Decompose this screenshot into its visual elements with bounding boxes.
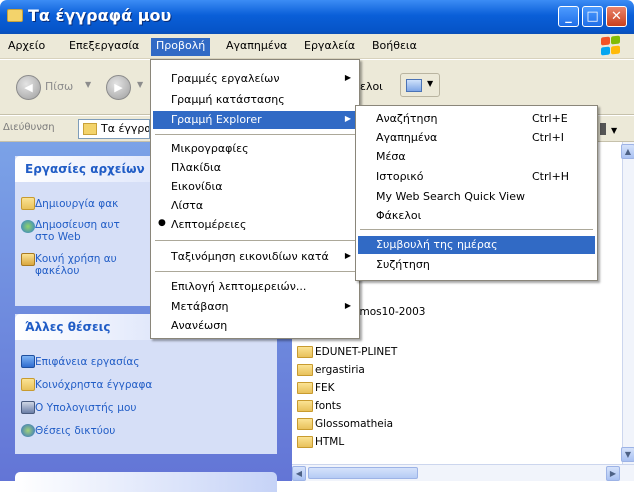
menu-view[interactable]: Προβολή bbox=[151, 38, 211, 56]
scroll-down-icon[interactable]: ▼ bbox=[621, 447, 634, 462]
folder-icon bbox=[297, 346, 313, 358]
folder-icon bbox=[297, 382, 313, 394]
menu-item-go-to[interactable]: Μετάβαση ▶ bbox=[153, 298, 357, 316]
file-item[interactable]: FEK bbox=[297, 382, 335, 398]
menu-item-list[interactable]: Λίστα bbox=[153, 197, 357, 215]
task-share-folder[interactable]: Κοινή χρήση αυ bbox=[35, 253, 117, 265]
my-documents-icon bbox=[83, 123, 97, 135]
scroll-thumb[interactable] bbox=[308, 467, 418, 479]
place-desktop[interactable]: Επιφάνεια εργασίας bbox=[35, 356, 139, 368]
task-new-folder[interactable]: Δημιουργία φακ bbox=[35, 198, 118, 210]
file-item[interactable]: HTML bbox=[297, 436, 344, 452]
menu-item-my-web-search[interactable]: My Web Search Quick View bbox=[358, 188, 595, 206]
menu-favorites[interactable]: Αγαπημένα bbox=[221, 38, 292, 56]
menu-item-arrange-icons[interactable]: Ταξινόμηση εικονιδίων κατά ▶ bbox=[153, 248, 357, 266]
window-title: Τα έγγραφά μου bbox=[28, 6, 172, 25]
shared-documents-icon bbox=[21, 378, 35, 391]
folder-icon bbox=[297, 418, 313, 430]
menu-item-history[interactable]: Ιστορικό Ctrl+H bbox=[358, 168, 595, 186]
menu-item-folders[interactable]: Φάκελοι bbox=[358, 207, 595, 225]
close-button[interactable]: ✕ bbox=[606, 6, 627, 27]
back-arrow-icon[interactable]: ◀ bbox=[16, 75, 41, 100]
place-network[interactable]: Θέσεις δικτύου bbox=[35, 425, 115, 437]
task-share-folder-cont[interactable]: φακέλου bbox=[35, 265, 79, 277]
scroll-up-icon[interactable]: ▲ bbox=[621, 144, 634, 159]
place-shared-documents[interactable]: Κοινόχρηστα έγγραφα bbox=[35, 379, 152, 391]
web-publish-icon bbox=[21, 220, 35, 233]
scroll-right-icon[interactable]: ▶ bbox=[606, 466, 620, 481]
file-item[interactable]: EDUNET-PLINET bbox=[297, 346, 397, 362]
menu-item-choose-details[interactable]: Επιλογή λεπτομερειών... bbox=[153, 278, 357, 296]
back-dropdown-icon[interactable]: ▼ bbox=[85, 80, 91, 89]
share-folder-icon bbox=[21, 253, 35, 266]
folder-icon bbox=[297, 436, 313, 448]
forward-arrow-icon[interactable]: ▶ bbox=[106, 75, 131, 100]
new-folder-icon bbox=[21, 197, 35, 210]
desktop-icon bbox=[21, 355, 35, 368]
title-bar[interactable]: Τα έγγραφά μου _ □ ✕ bbox=[0, 0, 634, 34]
task-publish-web[interactable]: Δημοσίευση αυτ bbox=[35, 219, 120, 231]
menu-file[interactable]: Αρχείο bbox=[3, 38, 50, 56]
menu-item-favorites[interactable]: Αγαπημένα Ctrl+I bbox=[358, 129, 595, 147]
scroll-left-icon[interactable]: ◀ bbox=[292, 466, 306, 481]
go-icon[interactable]: ▼ bbox=[598, 120, 620, 138]
file-item[interactable]: Glossomatheia bbox=[297, 418, 393, 434]
menu-item-statusbar[interactable]: Γραμμή κατάστασης bbox=[153, 91, 357, 109]
windows-logo-icon bbox=[600, 35, 622, 57]
forward-dropdown-icon[interactable]: ▼ bbox=[137, 80, 143, 89]
views-button[interactable]: ▼ bbox=[400, 73, 440, 97]
file-item[interactable]: ergastiria bbox=[297, 364, 365, 380]
network-places-icon bbox=[21, 424, 35, 437]
menu-item-thumbnails[interactable]: Μικρογραφίες bbox=[153, 140, 357, 158]
place-my-computer[interactable]: Ο Υπολογιστής μου bbox=[35, 402, 136, 414]
menu-item-explorer-bar[interactable]: Γραμμή Explorer ▶ bbox=[153, 111, 357, 129]
menu-item-search[interactable]: Αναζήτηση Ctrl+E bbox=[358, 110, 595, 128]
menu-item-icons[interactable]: Εικονίδια bbox=[153, 178, 357, 196]
back-button-label[interactable]: Πίσω bbox=[45, 80, 73, 93]
address-label: Διεύθυνση bbox=[3, 122, 55, 133]
menu-item-details[interactable]: ● Λεπτομέρειες bbox=[153, 216, 357, 234]
menu-item-media[interactable]: Μέσα bbox=[358, 148, 595, 166]
menu-tools[interactable]: Εργαλεία bbox=[299, 38, 360, 56]
menu-item-refresh[interactable]: Ανανέωση bbox=[153, 317, 357, 335]
explorer-bar-submenu: Αναζήτηση Ctrl+E Αγαπημένα Ctrl+I Μέσα Ιστ… bbox=[355, 105, 598, 281]
menu-bar: Αρχείο Επεξεργασία Προβολή Αγαπημένα Εργ… bbox=[0, 34, 634, 59]
vertical-scrollbar[interactable]: ▲ ▼ bbox=[621, 142, 634, 464]
bullet-icon: ● bbox=[158, 218, 166, 228]
horizontal-scrollbar[interactable]: ◀ ▶ bbox=[292, 464, 634, 481]
menu-help[interactable]: Βοήθεια bbox=[367, 38, 422, 56]
file-item[interactable]: smos10-2003 bbox=[354, 306, 425, 322]
menu-item-discuss[interactable]: Συζήτηση bbox=[358, 256, 595, 274]
task-publish-web-cont[interactable]: στο Web bbox=[35, 231, 81, 243]
menu-item-tip-of-day[interactable]: Συμβουλή της ημέρας bbox=[358, 236, 595, 254]
menu-item-toolbars[interactable]: Γραμμές εργαλείων ▶ bbox=[153, 70, 357, 88]
address-value: Τα έγγραφ bbox=[101, 122, 149, 135]
details-panel[interactable] bbox=[15, 472, 277, 492]
folder-icon bbox=[297, 364, 313, 376]
menu-item-tiles[interactable]: Πλακίδια bbox=[153, 159, 357, 177]
folder-icon bbox=[7, 9, 23, 22]
view-menu: Γραμμές εργαλείων ▶ Γραμμή κατάστασης Γρα… bbox=[150, 59, 360, 339]
folder-icon bbox=[297, 400, 313, 412]
folders-button-label[interactable]: ελοι bbox=[360, 80, 383, 93]
views-dropdown-icon: ▼ bbox=[427, 79, 434, 88]
minimize-button[interactable]: _ bbox=[558, 6, 579, 27]
file-item[interactable]: fonts bbox=[297, 400, 341, 416]
views-icon bbox=[406, 79, 422, 92]
menu-edit[interactable]: Επεξεργασία bbox=[64, 38, 144, 56]
address-input[interactable]: Τα έγγραφ bbox=[78, 119, 150, 139]
maximize-button[interactable]: □ bbox=[582, 6, 603, 27]
my-computer-icon bbox=[21, 401, 35, 414]
